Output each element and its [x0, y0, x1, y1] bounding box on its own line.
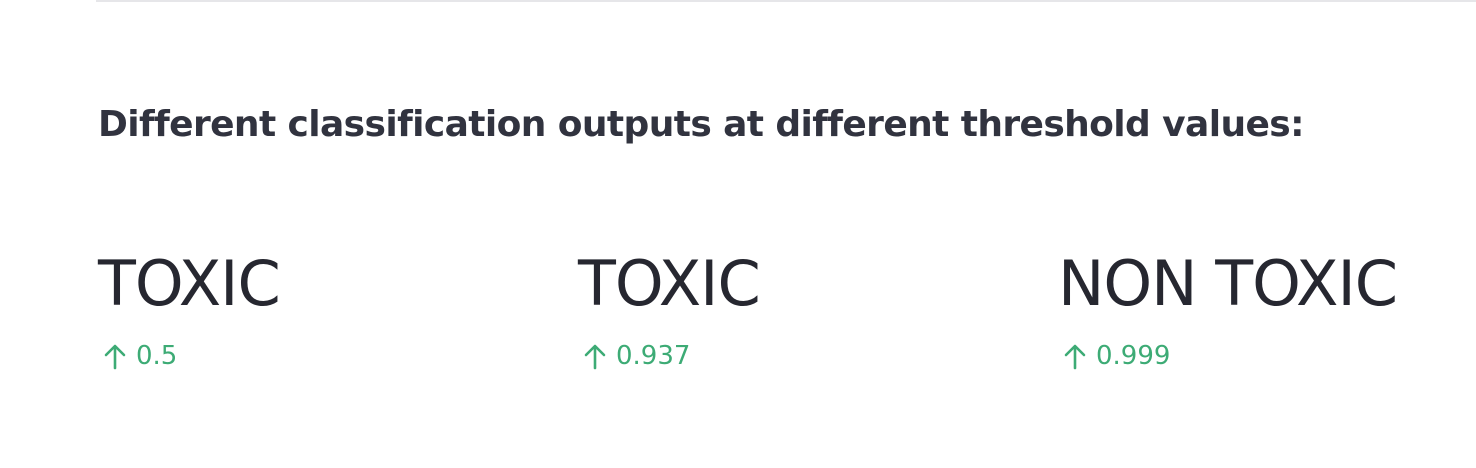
- metric-delta: 0.5: [98, 340, 280, 372]
- metric-card: TOXIC 0.937: [578, 242, 761, 372]
- arrow-up-icon: [582, 342, 608, 370]
- arrow-up-icon: [102, 342, 128, 370]
- metric-value: TOXIC: [98, 247, 281, 320]
- metric-delta-value: 0.5: [136, 341, 178, 371]
- metric-value: NON TOXIC: [1058, 247, 1398, 320]
- metric-card: TOXIC 0.5: [98, 242, 281, 372]
- metric-delta-value: 0.999: [1096, 341, 1171, 371]
- top-divider: [96, 0, 1476, 2]
- metric-value: TOXIC: [578, 247, 761, 320]
- metric-card: NON TOXIC 0.999: [1058, 242, 1398, 372]
- metric-delta-value: 0.937: [616, 341, 691, 371]
- section-heading: Different classification outputs at diff…: [98, 104, 1305, 145]
- arrow-up-icon: [1062, 342, 1088, 370]
- metric-delta: 0.937: [578, 340, 760, 372]
- metric-delta: 0.999: [1058, 340, 1397, 372]
